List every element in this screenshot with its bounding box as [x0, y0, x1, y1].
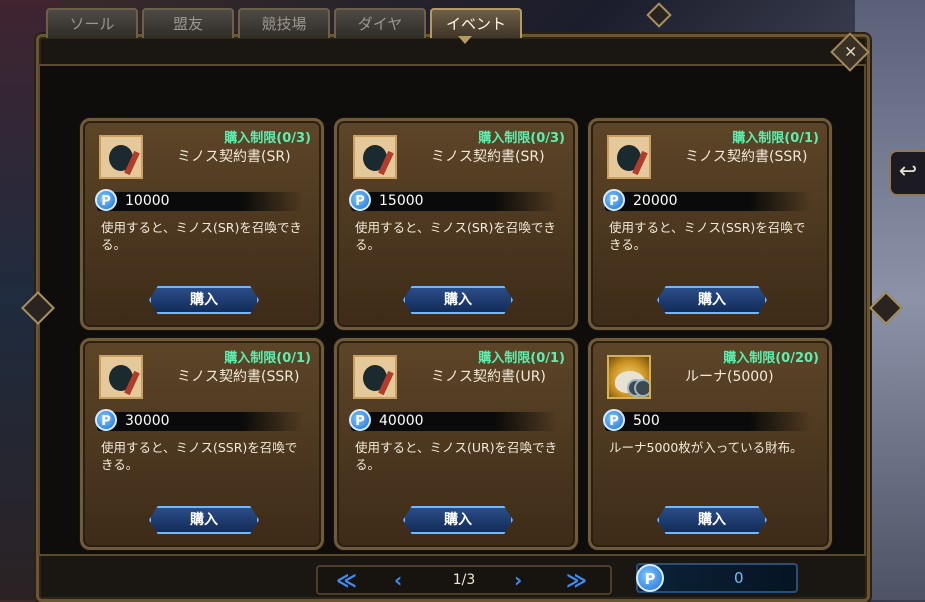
item-description: ルーナ5000枚が入っている財布。	[609, 440, 803, 455]
point-icon: P	[603, 189, 625, 211]
return-icon: ↩	[898, 159, 918, 184]
purchase-limit: 購入制限(0/20)	[723, 351, 819, 366]
item-price: 500	[633, 413, 660, 429]
item-description: 使用すると、ミノス(SR)を召喚できる。	[355, 220, 556, 252]
purchase-limit: 購入制限(0/1)	[478, 351, 565, 366]
item-name: ミノス契約書(SR)	[177, 149, 291, 165]
tab-ally[interactable]: 盟友	[142, 8, 234, 38]
tab-soul[interactable]: ソール	[46, 8, 138, 38]
scroll-icon	[99, 355, 143, 399]
tab-event[interactable]: イベント	[430, 8, 522, 38]
shop-item-card: 購入制限(0/20) ルーナ(5000) P 500 ルーナ5000枚が入ってい…	[588, 338, 832, 550]
point-balance-value: 0	[734, 569, 744, 587]
active-tab-pointer	[458, 36, 472, 44]
buy-button[interactable]: 購入	[657, 286, 767, 314]
prev-page-button[interactable]: ‹	[394, 569, 402, 591]
item-price: 10000	[125, 193, 170, 209]
item-name: ミノス契約書(UR)	[431, 369, 546, 385]
item-description: 使用すると、ミノス(UR)を召喚できる。	[355, 440, 558, 472]
item-name: ミノス契約書(SSR)	[685, 149, 808, 165]
item-description: 使用すると、ミノス(SR)を召喚できる。	[101, 220, 302, 252]
item-price: 15000	[379, 193, 424, 209]
frame-gem-top	[646, 2, 672, 28]
item-description: 使用すると、ミノス(SSR)を召喚できる。	[101, 440, 298, 472]
point-icon: P	[95, 189, 117, 211]
item-name: ルーナ(5000)	[685, 369, 774, 385]
shop-item-card: 購入制限(0/3) ミノス契約書(SR) P 15000 使用すると、ミノス(S…	[334, 118, 578, 330]
pagination: ≪ ‹ 1/3 › ≫	[316, 565, 612, 595]
point-icon: P	[636, 564, 664, 592]
last-page-button[interactable]: ≫	[566, 569, 587, 591]
buy-button[interactable]: 購入	[403, 506, 513, 534]
point-balance: P 0	[636, 563, 798, 593]
scroll-icon	[353, 355, 397, 399]
item-price: 30000	[125, 413, 170, 429]
next-page-button[interactable]: ›	[514, 569, 522, 591]
first-page-button[interactable]: ≪	[336, 569, 357, 591]
purchase-limit: 購入制限(0/1)	[224, 351, 311, 366]
buy-button[interactable]: 購入	[149, 506, 259, 534]
shop-item-card: 購入制限(0/3) ミノス契約書(SR) P 10000 使用すると、ミノス(S…	[80, 118, 324, 330]
purchase-limit: 購入制限(0/3)	[224, 131, 311, 146]
scroll-icon	[353, 135, 397, 179]
purchase-limit: 購入制限(0/3)	[478, 131, 565, 146]
close-icon: ×	[844, 41, 858, 61]
return-button[interactable]: ↩	[889, 150, 925, 196]
scroll-icon	[99, 135, 143, 179]
page-indicator: 1/3	[452, 572, 476, 588]
buy-button[interactable]: 購入	[403, 286, 513, 314]
shop-item-card: 購入制限(0/1) ミノス契約書(SSR) P 30000 使用すると、ミノス(…	[80, 338, 324, 550]
item-name: ミノス契約書(SSR)	[177, 369, 300, 385]
point-icon: P	[95, 409, 117, 431]
shop-item-card: 購入制限(0/1) ミノス契約書(SSR) P 20000 使用すると、ミノス(…	[588, 118, 832, 330]
item-description: 使用すると、ミノス(SSR)を召喚できる。	[609, 220, 806, 252]
point-icon: P	[349, 189, 371, 211]
point-icon: P	[349, 409, 371, 431]
item-price: 40000	[379, 413, 424, 429]
buy-button[interactable]: 購入	[149, 286, 259, 314]
item-name: ミノス契約書(SR)	[431, 149, 545, 165]
tab-diamond[interactable]: ダイヤ	[334, 8, 426, 38]
purchase-limit: 購入制限(0/1)	[732, 131, 819, 146]
item-price: 20000	[633, 193, 678, 209]
shop-item-card: 購入制限(0/1) ミノス契約書(UR) P 40000 使用すると、ミノス(U…	[334, 338, 578, 550]
tab-arena[interactable]: 競技場	[238, 8, 330, 38]
scroll-icon	[607, 135, 651, 179]
coin-purse-icon	[607, 355, 651, 399]
shop-tabs: ソール 盟友 競技場 ダイヤ イベント	[46, 8, 522, 38]
buy-button[interactable]: 購入	[657, 506, 767, 534]
point-icon: P	[603, 409, 625, 431]
